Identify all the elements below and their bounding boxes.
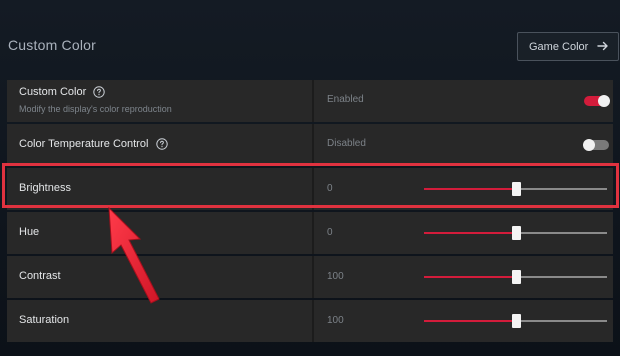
brightness-slider[interactable]: [424, 182, 607, 196]
slider-thumb[interactable]: [511, 182, 521, 196]
game-color-button[interactable]: Game Color: [517, 32, 619, 61]
slider-thumb[interactable]: [511, 226, 521, 240]
row-label: Custom Color: [19, 86, 87, 98]
game-color-button-label: Game Color: [529, 40, 589, 53]
row-value: 0: [327, 183, 333, 194]
section-title: Custom Color: [8, 37, 96, 53]
row-description: Modify the display's color reproduction: [19, 104, 172, 114]
arrow-right-icon: [597, 41, 608, 51]
saturation-slider[interactable]: [424, 314, 607, 328]
row-label: Brightness: [19, 182, 71, 194]
row-label: Hue: [19, 226, 40, 238]
toggle-knob: [583, 139, 595, 151]
help-icon[interactable]: [93, 86, 105, 98]
row-value: Disabled: [327, 138, 366, 149]
help-icon[interactable]: [156, 138, 168, 150]
toggle-knob: [598, 95, 610, 107]
row-value: 100: [327, 315, 344, 326]
saturation-row: Saturation 100: [7, 300, 613, 342]
custom-color-toggle[interactable]: [584, 95, 610, 107]
color-temperature-toggle[interactable]: [583, 139, 609, 151]
hue-row: Hue 0: [7, 212, 613, 254]
hue-slider[interactable]: [424, 226, 607, 240]
contrast-row: Contrast 100: [7, 256, 613, 298]
row-label: Contrast: [19, 270, 61, 282]
row-value: 100: [327, 271, 344, 282]
slider-thumb[interactable]: [511, 270, 521, 284]
contrast-slider[interactable]: [424, 270, 607, 284]
row-value: 0: [327, 227, 333, 238]
settings-panel: Custom Color Modify the display's color …: [7, 80, 613, 356]
brightness-row: Brightness 0: [7, 168, 613, 210]
slider-thumb[interactable]: [511, 314, 521, 328]
row-label: Color Temperature Control: [19, 138, 149, 150]
row-value: Enabled: [327, 94, 364, 105]
row-label: Saturation: [19, 314, 70, 326]
custom-color-row: Custom Color Modify the display's color …: [7, 80, 613, 122]
color-temperature-row: Color Temperature Control Disabled: [7, 124, 613, 166]
